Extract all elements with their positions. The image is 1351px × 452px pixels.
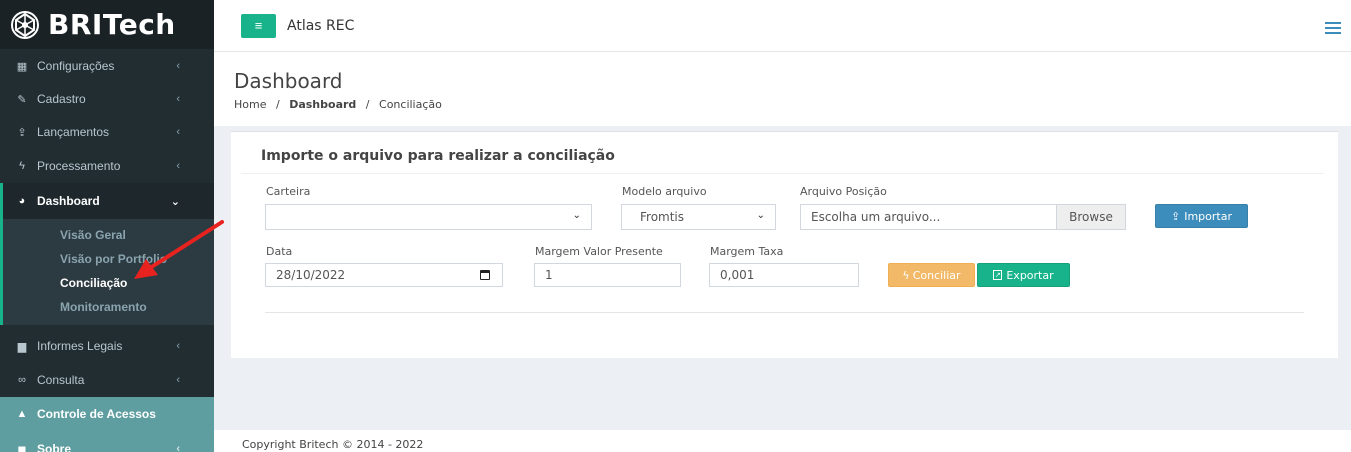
chevron-down-icon: ⌄ [756,210,765,221]
data-label: Data [266,245,293,258]
panel-divider [241,173,1324,174]
sidebar-item-processamento[interactable]: ϟ Processamento ‹ [0,149,214,183]
conciliar-label: Conciliar [912,268,961,282]
content-header: Dashboard Home / Dashboard / Conciliação [214,52,1351,126]
sidebar-item-label: Consulta [37,373,85,387]
chevron-down-icon: ⌄ [170,195,180,208]
brand-logo[interactable]: BRITech [0,0,214,49]
sidebar-item-informes-legais[interactable]: ▆ Informes Legais ‹ [0,329,214,363]
chevron-left-icon: ‹ [176,374,180,386]
breadcrumb-separator: / [365,98,370,111]
submenu-item-conciliacao[interactable]: Conciliação [3,271,214,295]
sidebar-item-dashboard[interactable]: ◕ Dashboard ⌄ [0,183,214,219]
margem-taxa-label: Margem Taxa [710,245,784,258]
importar-button[interactable]: ⇪ Importar [1155,204,1248,228]
margem-taxa-input[interactable]: 0,001 [709,263,859,287]
panel-bottom-divider [265,312,1304,313]
data-value: 28/10/2022 [276,268,346,282]
sidebar-item-label: Configurações [37,59,115,73]
book-icon: ◼ [17,443,27,452]
data-input[interactable]: 28/10/2022 [265,263,503,287]
building-icon: ▆ [17,340,27,353]
app-title: Atlas REC [287,17,355,34]
browse-button[interactable]: Browse [1056,205,1125,229]
copyright-text: Copyright Britech © 2014 - 2022 [242,438,424,451]
footer: Copyright Britech © 2014 - 2022 [214,430,1351,452]
sidebar-item-lancamentos[interactable]: ⇪ Lançamentos ‹ [0,115,214,149]
menu-icon[interactable] [1325,22,1341,34]
chevron-left-icon: ‹ [176,443,180,452]
importar-label: Importar [1184,209,1232,223]
chevron-left-icon: ‹ [176,93,180,105]
sidebar-item-cadastro[interactable]: ✎ Cadastro ‹ [0,83,214,115]
sidebar-item-label: Lançamentos [37,125,110,139]
submenu-item-visao-geral[interactable]: Visão Geral [3,223,214,247]
chevron-left-icon: ‹ [176,126,180,138]
margem-valor-presente-label: Margem Valor Presente [535,245,663,258]
modelo-arquivo-select[interactable]: Fromtis ⌄ [621,204,776,230]
submenu-item-visao-portfolio[interactable]: Visão por Portfolio [3,247,214,271]
sidebar-item-label: Controle de Acessos [37,407,156,421]
binoculars-icon: ∞ [18,374,26,386]
margem-valor-presente-input[interactable]: 1 [534,263,681,287]
sidebar-item-label: Dashboard [37,194,100,208]
edit-icon: ✎ [17,93,27,106]
pie-chart-icon: ◕ [18,195,26,207]
sidebar-toggle-button[interactable]: ≡ [241,13,276,38]
upload-icon: ⇪ [17,126,27,139]
breadcrumb-conciliacao: Conciliação [379,98,442,111]
breadcrumb-dashboard[interactable]: Dashboard [289,98,356,111]
exportar-label: Exportar [1006,268,1054,282]
chevron-down-icon: ⌄ [572,210,581,221]
file-export-icon: ↗ [993,270,1003,280]
arquivo-posicao-file-input[interactable]: Escolha um arquivo... Browse [800,204,1126,230]
exportar-button[interactable]: ↗ Exportar [977,263,1070,287]
sidebar-item-sobre[interactable]: ◼ Sobre ‹ [0,431,214,452]
margem-taxa-value: 0,001 [720,268,755,282]
panel-title: Importe o arquivo para realizar a concil… [261,148,615,164]
upload-icon: ⇪ [1171,209,1181,223]
breadcrumb-home[interactable]: Home [234,98,266,111]
breadcrumb: Home / Dashboard / Conciliação [234,98,442,111]
conciliar-button[interactable]: ϟ Conciliar [888,263,975,287]
import-panel: Importe o arquivo para realizar a concil… [231,131,1338,358]
bolt-icon: ϟ [19,160,25,172]
sidebar-item-label: Processamento [37,159,121,173]
sidebar-item-label: Informes Legais [37,339,123,353]
carteira-label: Carteira [266,185,311,198]
carteira-select[interactable]: ⌄ [265,204,592,230]
chevron-left-icon: ‹ [176,60,180,72]
sidebar-item-consulta[interactable]: ∞ Consulta ‹ [0,363,214,397]
bolt-icon: ϟ [902,268,910,282]
chevron-left-icon: ‹ [176,160,180,172]
sidebar-item-configuracoes[interactable]: ▦ Configurações ‹ [0,49,214,83]
sidebar-item-controle-acessos[interactable]: ▲ Controle de Acessos [0,397,214,431]
modelo-arquivo-label: Modelo arquivo [622,185,707,198]
brand-logo-icon [11,10,39,39]
page-title: Dashboard [234,69,343,93]
breadcrumb-separator: / [275,98,280,111]
lock-icon: ▲ [16,408,28,420]
sidebar-item-label: Sobre [37,442,72,452]
calendar-icon[interactable] [480,270,490,280]
hamburger-icon: ≡ [254,18,263,33]
sidebar-item-label: Cadastro [37,92,86,106]
modelo-arquivo-value: Fromtis [640,210,685,224]
margem-valor-presente-value: 1 [545,268,553,282]
arquivo-posicao-label: Arquivo Posição [800,185,887,198]
file-name-placeholder: Escolha um arquivo... [811,210,941,224]
submenu-item-monitoramento[interactable]: Monitoramento [3,295,214,319]
sidebar: BRITech ▦ Configurações ‹ ✎ Cadastro ‹ ⇪… [0,0,214,452]
brand-name: BRITech [48,8,176,41]
grid-icon: ▦ [16,60,28,73]
chevron-left-icon: ‹ [176,340,180,352]
dashboard-submenu: Visão Geral Visão por Portfolio Concilia… [0,219,214,325]
top-navbar: ≡ Atlas REC [214,0,1351,52]
